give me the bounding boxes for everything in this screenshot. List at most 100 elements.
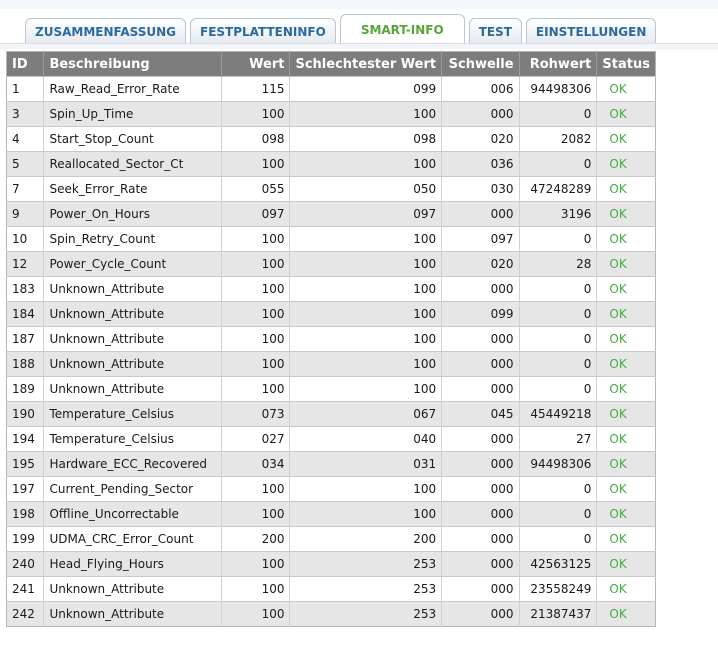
- cell-description: Unknown_Attribute: [43, 351, 222, 377]
- cell-description: Unknown_Attribute: [43, 276, 222, 302]
- table-row: 9 Power_On_Hours 097 097 000 3196 OK: [6, 201, 656, 227]
- cell-id: 187: [6, 326, 45, 352]
- table-row: 195 Hardware_ECC_Recovered 034 031 000 944983…: [6, 451, 656, 477]
- table-row: 242 Unknown_Attribute 100 253 000 21387437 OK: [6, 601, 656, 627]
- cell-raw: 23558249: [519, 576, 598, 602]
- cell-worst: 098: [289, 126, 443, 152]
- cell-raw: 0: [519, 376, 598, 402]
- cell-worst: 050: [289, 176, 443, 202]
- table-row: 187 Unknown_Attribute 100 100 000 0 OK: [6, 326, 656, 352]
- cell-worst: 100: [289, 326, 443, 352]
- table-row: 10 Spin_Retry_Count 100 100 097 0 OK: [6, 226, 656, 252]
- smart-attributes-table: ID Beschreibung Wert Schlechtester Wert …: [6, 51, 656, 627]
- cell-value: 100: [221, 101, 291, 127]
- cell-status: OK: [596, 201, 656, 227]
- cell-worst: 040: [289, 426, 443, 452]
- cell-value: 100: [221, 601, 291, 627]
- cell-status: OK: [596, 476, 656, 502]
- cell-worst: 097: [289, 201, 443, 227]
- cell-id: 188: [6, 351, 45, 377]
- cell-id: 5: [6, 151, 45, 177]
- cell-description: Power_Cycle_Count: [43, 251, 222, 277]
- cell-status: OK: [596, 276, 656, 302]
- table-row: 199 UDMA_CRC_Error_Count 200 200 000 0 OK: [6, 526, 656, 552]
- table-row: 240 Head_Flying_Hours 100 253 000 42563125 OK: [6, 551, 656, 577]
- cell-raw: 47248289: [519, 176, 598, 202]
- cell-status: OK: [596, 126, 656, 152]
- cell-threshold: 020: [441, 126, 520, 152]
- cell-id: 190: [6, 401, 45, 427]
- cell-worst: 100: [289, 376, 443, 402]
- cell-id: 198: [6, 501, 45, 527]
- cell-worst: 100: [289, 226, 443, 252]
- top-band: [0, 0, 718, 9]
- cell-worst: 100: [289, 351, 443, 377]
- cell-threshold: 000: [441, 526, 520, 552]
- cell-description: Offline_Uncorrectable: [43, 501, 222, 527]
- cell-worst: 253: [289, 601, 443, 627]
- cell-description: Temperature_Celsius: [43, 401, 222, 427]
- cell-threshold: 000: [441, 101, 520, 127]
- tab-smart-info[interactable]: SMART-INFO: [339, 14, 465, 44]
- cell-raw: 0: [519, 326, 598, 352]
- cell-status: OK: [596, 451, 656, 477]
- table-row: 1 Raw_Read_Error_Rate 115 099 006 94498306 OK: [6, 76, 656, 102]
- cell-raw: 27: [519, 426, 598, 452]
- cell-id: 189: [6, 376, 45, 402]
- cell-raw: 0: [519, 301, 598, 327]
- cell-threshold: 099: [441, 301, 520, 327]
- cell-status: OK: [596, 376, 656, 402]
- cell-value: 100: [221, 551, 291, 577]
- column-header-id: ID: [6, 51, 45, 77]
- cell-raw: 3196: [519, 201, 598, 227]
- cell-status: OK: [596, 501, 656, 527]
- cell-id: 241: [6, 576, 45, 602]
- cell-id: 195: [6, 451, 45, 477]
- cell-raw: 21387437: [519, 601, 598, 627]
- cell-value: 034: [221, 451, 291, 477]
- cell-raw: 28: [519, 251, 598, 277]
- tab-einstellungen[interactable]: EINSTELLUNGEN: [525, 18, 657, 44]
- cell-threshold: 020: [441, 251, 520, 277]
- cell-description: UDMA_CRC_Error_Count: [43, 526, 222, 552]
- table-row: 5 Reallocated_Sector_Ct 100 100 036 0 OK: [6, 151, 656, 177]
- cell-raw: 0: [519, 276, 598, 302]
- table-body: 1 Raw_Read_Error_Rate 115 099 006 94498306 OK 3…: [6, 76, 656, 627]
- cell-status: OK: [596, 151, 656, 177]
- column-header-threshold: Schwelle: [441, 51, 520, 77]
- cell-threshold: 036: [441, 151, 520, 177]
- column-header-worst: Schlechtester Wert: [289, 51, 443, 77]
- table-row: 183 Unknown_Attribute 100 100 000 0 OK: [6, 276, 656, 302]
- cell-worst: 100: [289, 101, 443, 127]
- cell-id: 183: [6, 276, 45, 302]
- tab-zusammenfassung[interactable]: ZUSAMMENFASSUNG: [25, 18, 186, 44]
- cell-value: 073: [221, 401, 291, 427]
- tab-test[interactable]: TEST: [468, 18, 522, 44]
- column-header-raw: Rohwert: [519, 51, 598, 77]
- cell-raw: 94498306: [519, 451, 598, 477]
- cell-worst: 067: [289, 401, 443, 427]
- cell-threshold: 000: [441, 451, 520, 477]
- cell-id: 199: [6, 526, 45, 552]
- column-header-status: Status: [596, 51, 656, 77]
- cell-description: Unknown_Attribute: [43, 301, 222, 327]
- table-row: 7 Seek_Error_Rate 055 050 030 47248289 OK: [6, 176, 656, 202]
- cell-status: OK: [596, 176, 656, 202]
- cell-worst: 100: [289, 476, 443, 502]
- cell-threshold: 097: [441, 226, 520, 252]
- cell-status: OK: [596, 301, 656, 327]
- table-row: 12 Power_Cycle_Count 100 100 020 28 OK: [6, 251, 656, 277]
- cell-id: 240: [6, 551, 45, 577]
- cell-threshold: 000: [441, 476, 520, 502]
- cell-value: 100: [221, 151, 291, 177]
- cell-value: 098: [221, 126, 291, 152]
- cell-status: OK: [596, 576, 656, 602]
- cell-worst: 253: [289, 551, 443, 577]
- cell-value: 100: [221, 376, 291, 402]
- tab-festplatteninfo[interactable]: FESTPLATTENINFO: [190, 18, 336, 44]
- cell-threshold: 000: [441, 551, 520, 577]
- cell-value: 100: [221, 326, 291, 352]
- cell-description: Reallocated_Sector_Ct: [43, 151, 222, 177]
- cell-threshold: 006: [441, 76, 520, 102]
- table-row: 184 Unknown_Attribute 100 100 099 0 OK: [6, 301, 656, 327]
